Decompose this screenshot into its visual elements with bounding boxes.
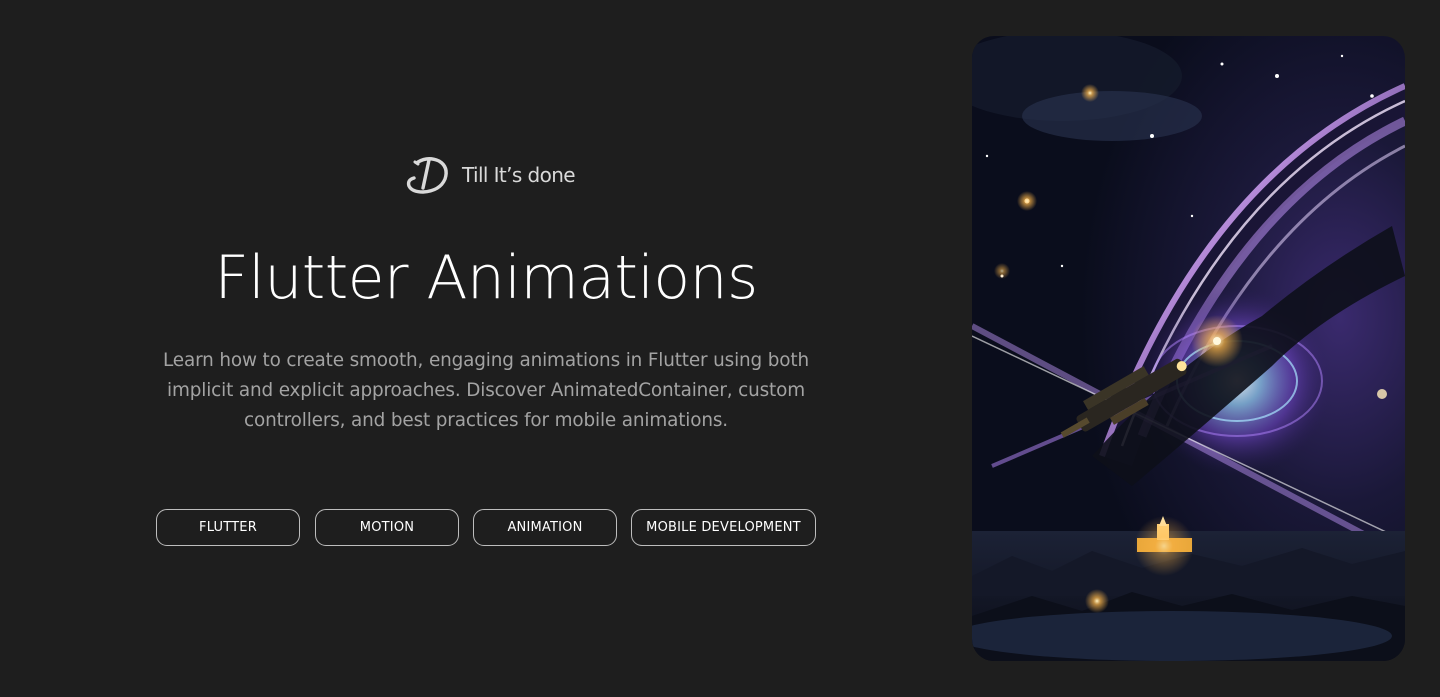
article-description: Learn how to create smooth, engaging ani… [163, 350, 809, 431]
td-monogram-icon [406, 157, 448, 194]
brand-link[interactable]: Till It’s done [404, 152, 576, 198]
tag-animation[interactable]: ANIMATION [473, 509, 617, 546]
article-header-page: Till It’s done Flutter Animations Learn … [0, 0, 1440, 697]
tag-motion[interactable]: MOTION [315, 509, 459, 546]
hero-text-panel: Till It’s done Flutter Animations Learn … [0, 0, 972, 697]
tag-flutter[interactable]: FLUTTER [156, 509, 300, 546]
tag-mobile-development[interactable]: MOBILE DEVELOPMENT [631, 509, 816, 546]
hero-image [972, 36, 1405, 661]
brand-name: Till It’s done [462, 163, 576, 187]
space-illustration-icon [972, 36, 1405, 661]
page-title: Flutter Animations [214, 243, 758, 313]
